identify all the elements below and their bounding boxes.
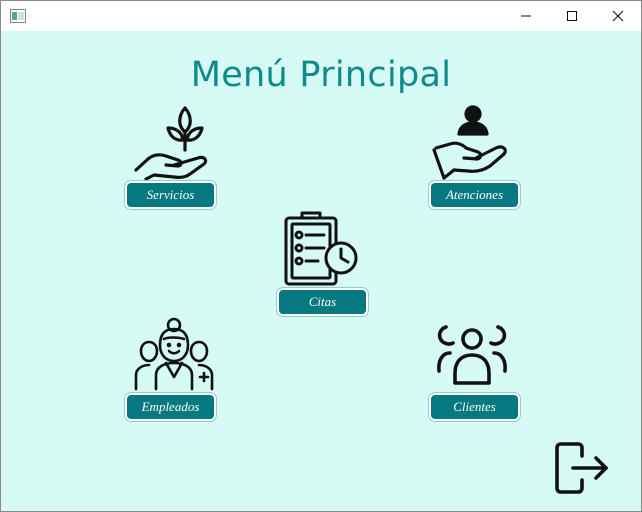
citas-button[interactable]: Citas: [277, 288, 368, 316]
medical-staff-icon[interactable]: [134, 315, 214, 391]
close-icon: [612, 10, 624, 22]
app-window: Menú Principal Servicios Atenciones Cita…: [0, 0, 642, 512]
hand-plant-icon[interactable]: [134, 104, 214, 180]
citas-label: Citas: [308, 294, 337, 309]
app-icon: [10, 9, 26, 23]
close-button[interactable]: [595, 1, 641, 31]
title-bar: [1, 1, 641, 31]
clipboard-clock-icon[interactable]: [284, 210, 362, 288]
atenciones-label: Atenciones: [445, 187, 504, 202]
hand-person-icon[interactable]: [432, 104, 512, 180]
clientes-button[interactable]: Clientes: [429, 393, 520, 421]
minimize-icon: [521, 15, 531, 17]
servicios-button[interactable]: Servicios: [125, 181, 216, 209]
people-group-icon[interactable]: [436, 321, 508, 387]
atenciones-button[interactable]: Atenciones: [429, 181, 520, 209]
clientes-label: Clientes: [453, 399, 496, 414]
empleados-label: Empleados: [141, 399, 200, 414]
page-title: Menú Principal: [190, 55, 452, 95]
empleados-button[interactable]: Empleados: [125, 393, 216, 421]
minimize-button[interactable]: [503, 1, 549, 31]
maximize-icon: [567, 11, 577, 21]
servicios-label: Servicios: [146, 187, 195, 202]
logout-icon[interactable]: [554, 442, 610, 494]
maximize-button[interactable]: [549, 1, 595, 31]
